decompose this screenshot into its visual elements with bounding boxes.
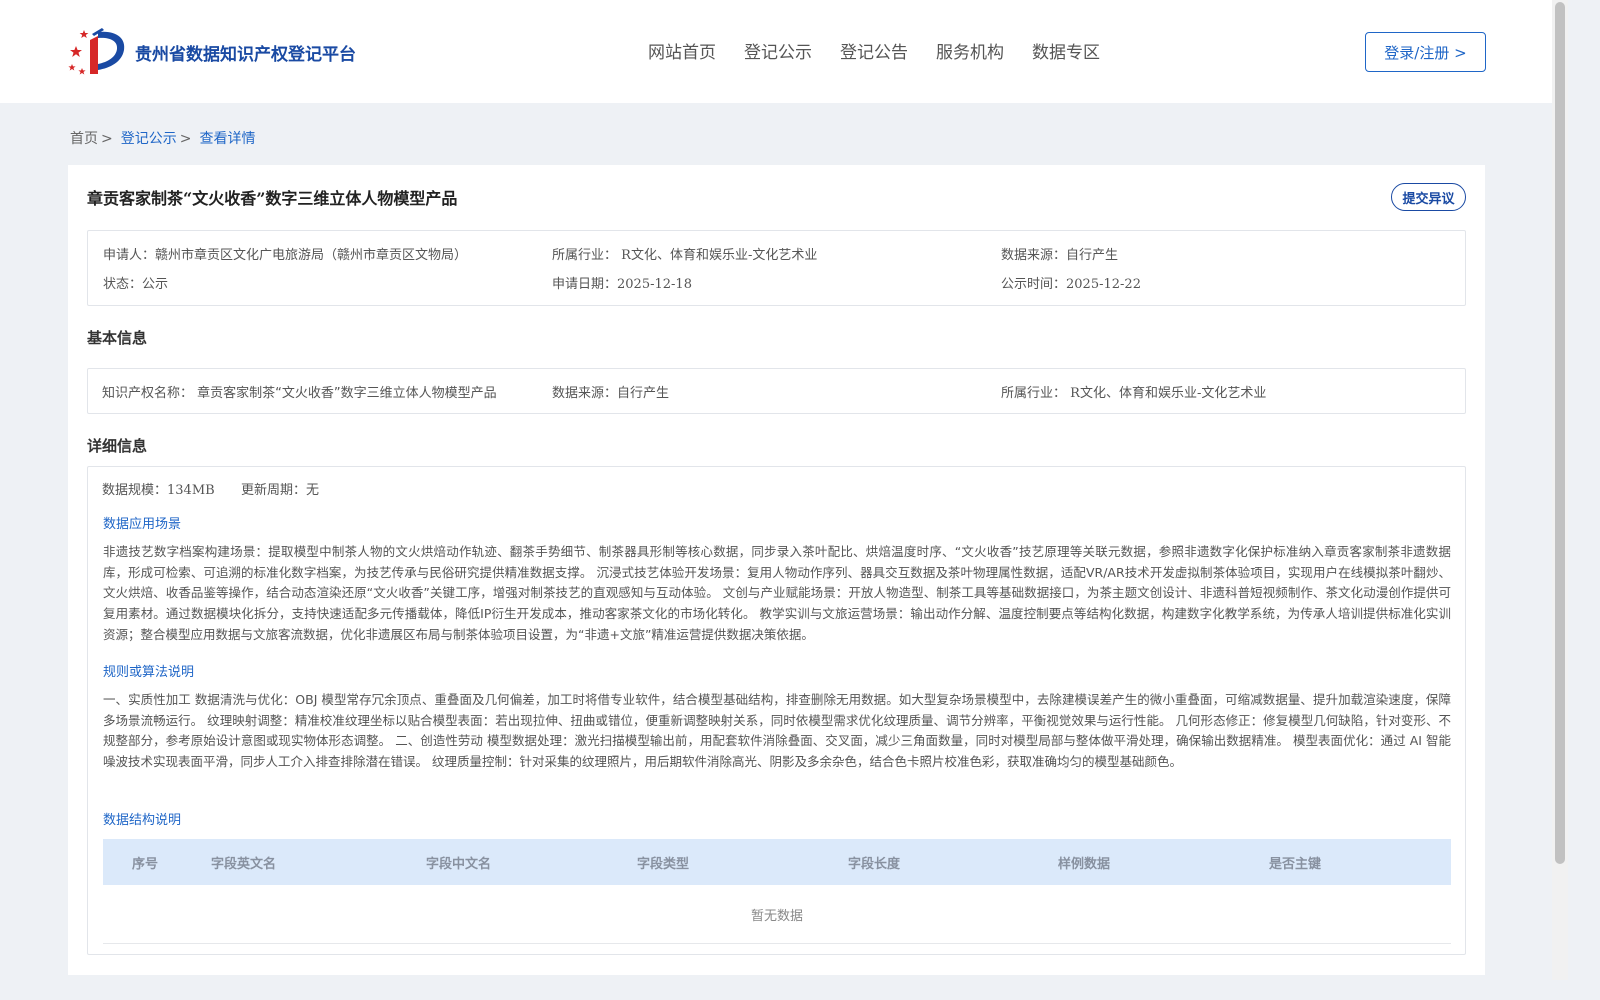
rules-title: 规则或算法说明	[103, 665, 195, 680]
submit-objection-button[interactable]: 提交异议	[1391, 183, 1466, 211]
industry-field: 所属行业： R文化、体育和娱乐业-文化艺术业	[552, 244, 817, 263]
basic-industry-field: 所属行业： R文化、体育和娱乐业-文化艺术业	[1001, 382, 1266, 401]
ip-name-label: 知识产权名称：	[102, 386, 194, 401]
applicant-value: 赣州市章贡区文化广电旅游局（赣州市章贡区文物局）	[155, 248, 468, 263]
basic-source-field: 数据来源：自行产生	[552, 382, 669, 401]
publish-date-value: 2025-12-22	[1066, 277, 1141, 292]
col-field-cn: 字段中文名	[426, 857, 492, 872]
scenario-title: 数据应用场景	[103, 517, 182, 532]
apply-date-field: 申请日期：2025-12-18	[552, 273, 692, 292]
scale-value: 134MB	[167, 483, 215, 498]
breadcrumb: 首页 > 登记公示 > 查看详情	[70, 128, 255, 148]
industry-label: 所属行业：	[552, 248, 618, 263]
basic-industry-label: 所属行业：	[1001, 386, 1067, 401]
record-title: 章贡客家制茶“文火收香”数字三维立体人物模型产品	[87, 189, 458, 208]
apply-date-value: 2025-12-18	[617, 277, 692, 292]
scenario-text: 非遗技艺数字档案构建场景：提取模型中制茶人物的文火烘焙动作轨迹、翻茶手势细节、制…	[103, 544, 1451, 642]
status-value: 公示	[142, 277, 169, 292]
applicant-label: 申请人：	[103, 248, 156, 263]
platform-logo-icon[interactable]	[68, 24, 128, 78]
structure-title: 数据结构说明	[103, 813, 182, 828]
detail-card: 章贡客家制茶“文火收香”数字三维立体人物模型产品 提交异议 申请人：赣州市章贡区…	[68, 165, 1485, 975]
applicant-field: 申请人：赣州市章贡区文化广电旅游局（赣州市章贡区文物局）	[103, 244, 467, 263]
source-label: 数据来源：	[1001, 248, 1067, 263]
source-value: 自行产生	[1066, 248, 1119, 263]
breadcrumb-registration-publicity[interactable]: 登记公示	[121, 131, 177, 147]
breadcrumb-separator: >	[179, 131, 192, 147]
basic-info-box: 知识产权名称： 章贡客家制茶“文火收香”数字三维立体人物模型产品 数据来源：自行…	[87, 368, 1466, 414]
basic-info-title: 基本信息	[87, 329, 148, 347]
table-empty-state: 暂无数据	[103, 885, 1451, 944]
status-field: 状态：公示	[103, 273, 168, 292]
industry-value: R文化、体育和娱乐业-文化艺术业	[621, 248, 818, 263]
basic-source-value: 自行产生	[617, 386, 670, 401]
nav-home[interactable]: 网站首页	[648, 38, 716, 63]
col-field-type: 字段类型	[637, 857, 690, 872]
breadcrumb-home[interactable]: 首页	[70, 131, 98, 147]
cycle-value: 无	[306, 483, 320, 498]
basic-source-label: 数据来源：	[552, 386, 618, 401]
nav-registration-announcement[interactable]: 登记公告	[840, 38, 908, 63]
col-field-length: 字段长度	[848, 857, 901, 872]
scale-label: 数据规模：	[102, 483, 168, 498]
publish-date-label: 公示时间：	[1001, 277, 1067, 292]
col-sample: 样例数据	[1058, 857, 1111, 872]
detail-info-title: 详细信息	[87, 437, 148, 455]
ip-name-field: 知识产权名称： 章贡客家制茶“文火收香”数字三维立体人物模型产品	[102, 382, 497, 401]
cycle-label: 更新周期：	[240, 483, 306, 498]
nav-data-zone[interactable]: 数据专区	[1032, 38, 1100, 63]
apply-date-label: 申请日期：	[552, 277, 618, 292]
detail-info-box: 数据规模：134MB 更新周期：无 数据应用场景 非遗技艺数字档案构建场景：提取…	[87, 466, 1466, 955]
col-index: 序号	[132, 857, 159, 872]
page-scrollbar[interactable]	[1552, 0, 1568, 980]
login-register-button[interactable]: 登录/注册 >	[1365, 32, 1486, 72]
scale-cycle-row: 数据规模：134MB 更新周期：无	[102, 479, 319, 498]
scrollbar-thumb[interactable]	[1555, 2, 1565, 864]
structure-table-header: 序号 字段英文名 字段中文名 字段类型 字段长度 样例数据 是否主键	[103, 839, 1451, 885]
col-field-en: 字段英文名	[211, 857, 277, 872]
col-primary-key: 是否主键	[1269, 857, 1322, 872]
site-header: 贵州省数据知识产权登记平台 网站首页 登记公示 登记公告 服务机构 数据专区 登…	[0, 0, 1552, 103]
rules-text: 一、实质性加工 数据清洗与优化：OBJ 模型常存冗余顶点、重叠面及几何偏差，加工…	[103, 692, 1451, 770]
summary-box: 申请人：赣州市章贡区文化广电旅游局（赣州市章贡区文物局） 所属行业： R文化、体…	[87, 230, 1466, 306]
nav-registration-publicity[interactable]: 登记公示	[744, 38, 812, 63]
nav-service-agencies[interactable]: 服务机构	[936, 38, 1004, 63]
breadcrumb-current: 查看详情	[199, 131, 256, 147]
breadcrumb-separator: >	[101, 131, 113, 147]
status-label: 状态：	[103, 277, 143, 292]
source-field: 数据来源：自行产生	[1001, 244, 1118, 263]
main-nav: 网站首页 登记公示 登记公告 服务机构 数据专区	[648, 38, 1100, 63]
site-name[interactable]: 贵州省数据知识产权登记平台	[135, 40, 356, 65]
publish-date-field: 公示时间：2025-12-22	[1001, 273, 1141, 292]
ip-name-value: 章贡客家制茶“文火收香”数字三维立体人物模型产品	[197, 386, 497, 401]
basic-industry-value: R文化、体育和娱乐业-文化艺术业	[1070, 386, 1267, 401]
